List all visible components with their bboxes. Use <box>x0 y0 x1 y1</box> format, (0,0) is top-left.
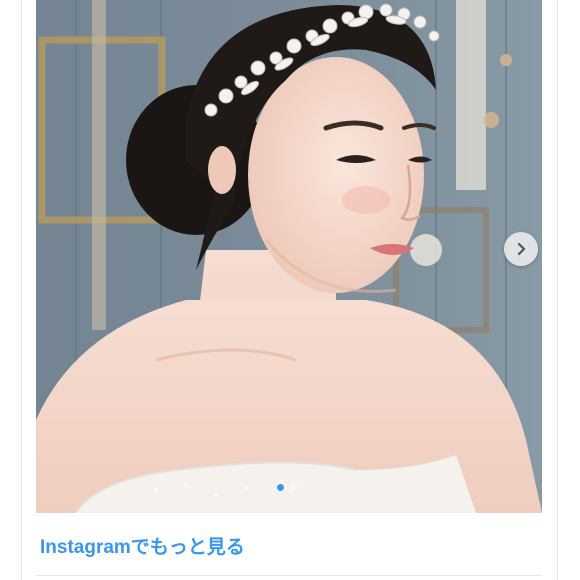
chevron-right-icon <box>517 242 526 256</box>
card-border-right <box>557 0 558 580</box>
carousel-dot-active <box>277 484 284 491</box>
instagram-embed: Instagramでもっと見る <box>0 0 580 580</box>
carousel-indicator <box>277 484 297 491</box>
card-border-left <box>21 0 22 580</box>
post-photo[interactable] <box>36 0 542 513</box>
carousel-dot <box>290 484 297 491</box>
divider <box>36 575 542 576</box>
carousel-next-button[interactable] <box>504 232 538 266</box>
see-more-on-instagram-link[interactable]: Instagramでもっと見る <box>40 532 245 559</box>
